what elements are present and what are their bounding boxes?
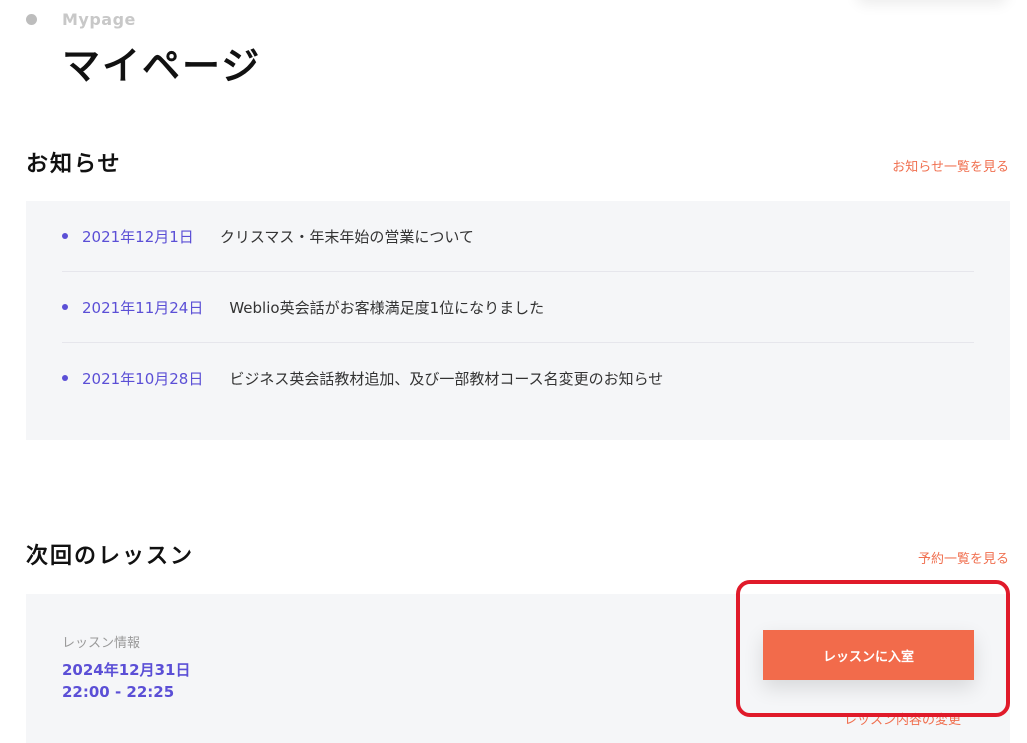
news-item[interactable]: 2021年12月1日 クリスマス・年末年始の営業について	[62, 201, 974, 272]
eyebrow-text: Mypage	[62, 10, 136, 29]
news-date: 2021年10月28日	[82, 369, 204, 388]
bullet-icon	[62, 233, 68, 239]
bullet-icon	[62, 304, 68, 310]
page-title: マイページ	[62, 44, 262, 88]
news-title[interactable]: ビジネス英会話教材追加、及び一部教材コース名変更のお知らせ	[229, 368, 663, 389]
lesson-section-header: 次回のレッスン 予約一覧を見る	[26, 538, 1009, 570]
news-date: 2021年11月24日	[82, 298, 204, 317]
news-view-all-link[interactable]: お知らせ一覧を見る	[892, 156, 1009, 175]
bullet-icon	[62, 375, 68, 381]
news-date: 2021年12月1日	[82, 227, 194, 246]
enter-lesson-button[interactable]: レッスンに入室	[763, 630, 974, 680]
news-title[interactable]: クリスマス・年末年始の営業について	[220, 226, 474, 247]
next-lesson-panel: レッスン情報 2024年12月31日 22:00 - 22:25 レッスンに入室…	[26, 594, 1010, 743]
news-panel: 2021年12月1日 クリスマス・年末年始の営業について 2021年11月24日…	[26, 201, 1010, 440]
news-item[interactable]: 2021年10月28日 ビジネス英会話教材追加、及び一部教材コース名変更のお知ら…	[62, 343, 974, 413]
lesson-time: 22:00 - 22:25	[62, 683, 175, 701]
news-title[interactable]: Weblio英会話がお客様満足度1位になりました	[229, 297, 544, 318]
news-list: 2021年12月1日 クリスマス・年末年始の営業について 2021年11月24日…	[26, 201, 1010, 413]
page-eyebrow: Mypage	[26, 10, 136, 29]
news-section-title: お知らせ	[26, 152, 122, 177]
news-item[interactable]: 2021年11月24日 Weblio英会話がお客様満足度1位になりました	[62, 272, 974, 343]
lesson-info-label: レッスン情報	[62, 636, 141, 651]
news-section-header: お知らせ お知らせ一覧を見る	[26, 146, 1009, 178]
lesson-section-title: 次回のレッスン	[26, 544, 195, 569]
lesson-date: 2024年12月31日	[62, 661, 191, 679]
reservations-view-all-link[interactable]: 予約一覧を見る	[918, 548, 1009, 567]
eyebrow-dot-icon	[26, 14, 37, 25]
change-lesson-link[interactable]: レッスン内容の変更	[844, 709, 961, 728]
mypage: Mypage マイページ お知らせ お知らせ一覧を見る 2021年12月1日 ク…	[0, 0, 1027, 743]
